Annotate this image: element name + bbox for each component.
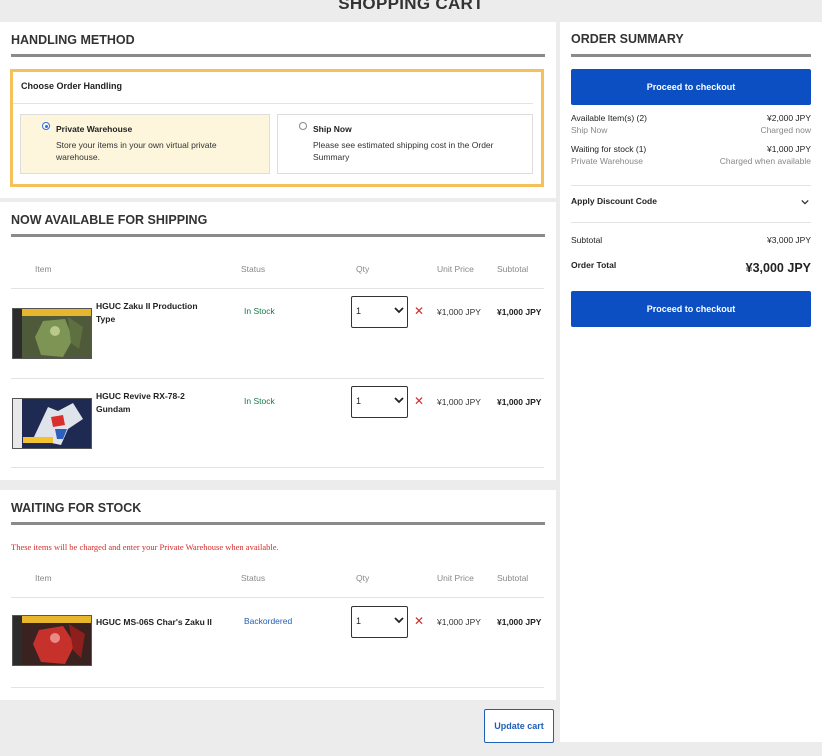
option-description: Please see estimated shipping cost in th…: [313, 140, 494, 162]
shipping-heading: NOW AVAILABLE FOR SHIPPING: [11, 213, 208, 227]
subtotal-label: Subtotal: [571, 235, 603, 245]
waiting-stock-label: Waiting for stock (1): [571, 144, 647, 154]
col-item: Item: [35, 264, 52, 274]
product-name[interactable]: HGUC Revive RX-78-2 Gundam: [96, 390, 216, 416]
option-private-warehouse[interactable]: Private Warehouse Store your items in yo…: [20, 114, 270, 174]
remove-item-icon[interactable]: ✕: [414, 394, 424, 408]
page-title: SHOPPING CART: [338, 0, 484, 13]
private-warehouse-label: Private Warehouse: [571, 156, 643, 166]
row-divider: [11, 597, 544, 598]
checkout-button-bottom[interactable]: Proceed to checkout: [571, 291, 811, 327]
divider: [11, 522, 545, 525]
cart-main: HANDLING METHOD Choose Order Handling Pr…: [0, 22, 556, 700]
divider: [571, 54, 811, 57]
col-unit-price: Unit Price: [437, 264, 474, 274]
chevron-down-icon: [394, 397, 404, 404]
row-divider: [11, 288, 544, 289]
product-name[interactable]: HGUC MS-06S Char's Zaku II: [96, 616, 236, 629]
col-subtotal: Subtotal: [497, 573, 529, 583]
product-name[interactable]: HGUC Zaku II Production Type: [96, 300, 216, 326]
chevron-down-icon: [801, 199, 809, 205]
order-total-value: ¥3,000 JPY: [745, 261, 811, 275]
option-description: Store your items in your own virtual pri…: [56, 140, 217, 162]
order-total-label: Order Total: [571, 260, 617, 270]
order-summary-panel: ORDER SUMMARY Proceed to checkout Availa…: [560, 22, 822, 742]
chevron-down-icon: [394, 617, 404, 624]
stock-status: In Stock: [244, 396, 275, 406]
waiting-notice: These items will be charged and enter yo…: [11, 542, 279, 552]
available-items-value: ¥2,000 JPY: [767, 113, 811, 123]
product-image[interactable]: [12, 308, 92, 359]
quantity-select[interactable]: 1: [351, 386, 408, 418]
waiting-heading: WAITING FOR STOCK: [11, 501, 142, 515]
ship-now-label: Ship Now: [571, 125, 608, 135]
quantity-value: 1: [356, 396, 362, 406]
col-subtotal: Subtotal: [497, 264, 529, 274]
col-qty: Qty: [356, 264, 370, 274]
unit-price: ¥1,000 JPY: [437, 397, 481, 407]
divider: [571, 222, 811, 223]
subtotal-value: ¥3,000 JPY: [767, 235, 811, 245]
divider: [11, 54, 545, 57]
handling-options-box: Choose Order Handling Private Warehouse …: [10, 69, 544, 187]
option-title: Private Warehouse: [56, 124, 133, 134]
line-subtotal: ¥1,000 JPY: [497, 617, 542, 627]
col-qty: Qty: [356, 573, 370, 583]
waiting-panel: WAITING FOR STOCK These items will be ch…: [0, 490, 556, 700]
product-image[interactable]: [12, 398, 92, 449]
option-title: Ship Now: [313, 124, 352, 134]
stock-status: In Stock: [244, 306, 275, 316]
col-item: Item: [35, 573, 52, 583]
chevron-down-icon: [394, 307, 404, 314]
divider: [11, 234, 545, 237]
quantity-value: 1: [356, 616, 362, 626]
choose-handling-label: Choose Order Handling: [13, 72, 533, 104]
charged-when-available-label: Charged when available: [719, 156, 811, 166]
remove-item-icon[interactable]: ✕: [414, 304, 424, 318]
row-divider: [11, 467, 544, 468]
checkout-button[interactable]: Proceed to checkout: [571, 69, 811, 105]
col-status: Status: [241, 573, 266, 583]
radio-ship-now[interactable]: [299, 122, 307, 130]
col-unit-price: Unit Price: [437, 573, 474, 583]
row-divider: [11, 378, 544, 379]
handling-panel: HANDLING METHOD Choose Order Handling Pr…: [0, 22, 556, 198]
stock-status: Backordered: [244, 616, 293, 626]
waiting-stock-value: ¥1,000 JPY: [767, 144, 811, 154]
summary-heading: ORDER SUMMARY: [571, 32, 684, 46]
col-status: Status: [241, 264, 266, 274]
quantity-value: 1: [356, 306, 362, 316]
handling-heading: HANDLING METHOD: [11, 33, 135, 47]
unit-price: ¥1,000 JPY: [437, 307, 481, 317]
remove-item-icon[interactable]: ✕: [414, 614, 424, 628]
available-items-label: Available Item(s) (2): [571, 113, 647, 123]
update-cart-button[interactable]: Update cart: [484, 709, 554, 743]
charged-now-label: Charged now: [760, 125, 811, 135]
line-subtotal: ¥1,000 JPY: [497, 397, 542, 407]
radio-private-warehouse[interactable]: [42, 122, 50, 130]
quantity-select[interactable]: 1: [351, 606, 408, 638]
row-divider: [11, 687, 544, 688]
product-image[interactable]: [12, 615, 92, 666]
unit-price: ¥1,000 JPY: [437, 617, 481, 627]
quantity-select[interactable]: 1: [351, 296, 408, 328]
discount-code-toggle[interactable]: Apply Discount Code: [571, 196, 811, 206]
discount-code-label: Apply Discount Code: [571, 196, 657, 206]
option-ship-now[interactable]: Ship Now Please see estimated shipping c…: [277, 114, 533, 174]
line-subtotal: ¥1,000 JPY: [497, 307, 542, 317]
shipping-panel: NOW AVAILABLE FOR SHIPPING Item Status Q…: [0, 202, 556, 480]
divider: [571, 185, 811, 186]
